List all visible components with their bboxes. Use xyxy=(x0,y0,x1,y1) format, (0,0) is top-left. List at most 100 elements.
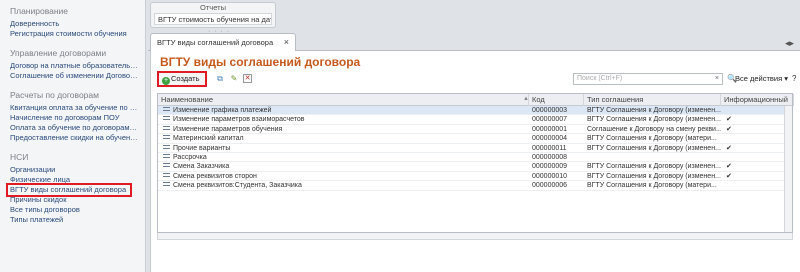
cell-type: ВГТУ Соглашения к Договору (матери... xyxy=(587,135,717,143)
column-header-info[interactable]: Информационный xyxy=(721,94,794,106)
sidebar-item-amendment-agreement[interactable]: Соглашение об изменении Договора xyxy=(10,71,138,81)
column-header-name[interactable]: Наименование xyxy=(158,94,529,106)
create-label: Создать xyxy=(171,74,200,83)
cell-type: ВГТУ Соглашения к Договору (изменен... xyxy=(587,107,721,114)
column-header-code[interactable]: Код xyxy=(529,94,584,106)
cell-name-text: Прочие варианты xyxy=(173,144,231,152)
cell-name-text: Материнский капитал xyxy=(173,135,244,143)
sidebar-section-title: Планирование xyxy=(10,6,69,16)
cell-code: 000000006 xyxy=(532,182,568,190)
cell-name-text: Изменение параметров обучения xyxy=(173,125,283,133)
reports-panel: Отчеты ВГТУ стоимость обучения на дату xyxy=(150,2,276,28)
close-icon[interactable]: × xyxy=(284,37,289,47)
cell-name: Смена Заказчика xyxy=(158,162,529,171)
tab-bar: ВГТУ виды соглашений договора × ◂▸ xyxy=(148,33,800,52)
tab-scroll-icon[interactable]: ◂▸ xyxy=(785,38,794,49)
sidebar-item-agreement-types[interactable]: ВГТУ виды соглашений договора xyxy=(6,183,132,197)
cell-code: 000000003 xyxy=(532,107,568,114)
cell-type xyxy=(584,153,721,162)
catalog-item-icon xyxy=(163,172,170,177)
table-row[interactable]: Материнский капитал 000000004 ВГТУ Соглаше… xyxy=(158,134,792,144)
cell-name: Рассрочка xyxy=(158,153,529,162)
table-row[interactable]: Изменение параметров обучения 000000001 Со… xyxy=(158,125,792,135)
sidebar-section-title: Расчеты по договорам xyxy=(10,90,99,100)
sidebar-item-discount-reasons[interactable]: Причины скидок xyxy=(10,195,138,205)
cell-name: Смена реквизитов:Студента, Заказчика xyxy=(158,181,529,190)
cell-type: ВГТУ Соглашения к Договору (изменен... xyxy=(587,116,721,124)
cell-name: Изменение параметров взаиморасчетов xyxy=(158,115,529,124)
delete-mark-icon[interactable]: ✕ xyxy=(243,74,252,83)
table-body: Изменение графика платежей 000000003 ВГТУ … xyxy=(158,106,792,191)
cell-name: Материнский капитал xyxy=(158,134,529,143)
cell-code: 000000010 xyxy=(532,172,568,180)
cell-name: Прочие варианты xyxy=(158,144,529,153)
cell-code: 000000011 xyxy=(532,144,567,152)
horizontal-scrollbar[interactable] xyxy=(157,233,793,240)
cell-code: 000000004 xyxy=(532,135,568,143)
catalog-item-icon xyxy=(163,116,170,121)
plus-icon: + xyxy=(162,77,170,85)
sidebar-item-organizations[interactable]: Организации xyxy=(10,165,138,175)
cell-code: 000000008 xyxy=(532,153,568,161)
cell-type: ВГТУ Соглашения к Договору (матери... xyxy=(587,182,717,190)
sidebar-item-payments[interactable]: Оплата за обучение по договорам ПОУ xyxy=(10,123,138,133)
cell-name-text: Смена Заказчика xyxy=(173,163,230,171)
table-row[interactable]: Изменение параметров взаиморасчетов 00000… xyxy=(158,115,792,125)
tab-agreement-types[interactable]: ВГТУ виды соглашений договора × xyxy=(150,33,296,52)
table-row[interactable]: Смена реквизитов:Студента, Заказчика 0000… xyxy=(158,181,792,191)
tab-label: ВГТУ виды соглашений договора xyxy=(157,38,274,47)
cell-type: ВГТУ Соглашения к Договору (изменен... xyxy=(587,172,721,180)
vertical-scrollbar[interactable] xyxy=(784,106,792,232)
cell-type: ВГТУ Соглашения к Договору (изменен... xyxy=(587,163,721,171)
sidebar-section-contracts: Управление договорами Договор на платные… xyxy=(10,48,145,81)
table-row[interactable]: Смена Заказчика 000000009 ВГТУ Соглашения … xyxy=(158,162,792,172)
sidebar-item-paid-services-contract[interactable]: Договор на платные образовательные услуг… xyxy=(10,61,138,71)
sidebar-item-power-of-attorney[interactable]: Доверенность xyxy=(10,19,138,29)
edit-pencil-icon[interactable]: ✎ xyxy=(229,74,239,84)
create-button[interactable]: + Создать xyxy=(157,71,207,87)
sidebar-item-discounts[interactable]: Предоставление скидки на обучение xyxy=(10,133,138,143)
clear-search-icon[interactable]: × xyxy=(715,74,719,84)
sidebar-item-contract-types[interactable]: Все типы договоров xyxy=(10,205,138,215)
sidebar-section-settlements: Расчеты по договорам Квитанция оплата за… xyxy=(10,90,145,143)
sidebar-item-payment-types[interactable]: Типы платежей xyxy=(10,215,138,225)
catalog-item-icon xyxy=(163,125,170,130)
catalog-item-icon xyxy=(163,163,170,168)
table-row[interactable]: Смена реквизитов сторон 000000010 ВГТУ Сог… xyxy=(158,172,792,182)
cell-name-text: Смена реквизитов сторон xyxy=(173,172,257,180)
sidebar-section-title: НСИ xyxy=(10,152,29,162)
column-header-type[interactable]: Тип соглашения xyxy=(584,94,721,106)
cell-name-text: Смена реквизитов:Студента, Заказчика xyxy=(173,182,302,190)
table-row[interactable]: Рассрочка 000000008 xyxy=(158,153,792,163)
all-actions-button[interactable]: Все действия ▾ xyxy=(735,74,788,83)
sidebar-item-accruals[interactable]: Начисление по договорам ПОУ xyxy=(10,113,138,123)
reports-title: Отчеты xyxy=(200,3,226,12)
cell-code: 000000001 xyxy=(532,125,568,133)
data-table: Наименование ▲ Код Тип соглашения Информ… xyxy=(157,93,794,233)
main-panel: ВГТУ виды соглашений договора + Создать ⧉… xyxy=(150,51,800,272)
catalog-item-icon xyxy=(163,182,170,187)
sidebar-section-planning: Планирование Доверенность Регистрация ст… xyxy=(10,6,145,39)
cell-name: Смена реквизитов сторон xyxy=(158,172,529,181)
table-header: Наименование ▲ Код Тип соглашения Информ… xyxy=(158,94,794,106)
sidebar-section-nsi: НСИ Организации Физические лица ВГТУ вид… xyxy=(6,152,145,225)
sidebar-section-title: Управление договорами xyxy=(10,48,107,58)
sidebar: Планирование Доверенность Регистрация ст… xyxy=(0,0,146,272)
cell-name-text: Изменение параметров взаиморасчетов xyxy=(173,116,305,124)
search-input[interactable]: Поиск (Ctrl+F) × xyxy=(573,73,723,85)
table-row[interactable]: Прочие варианты 000000011 ВГТУ Соглашения … xyxy=(158,144,792,153)
sidebar-item-cost-registration[interactable]: Регистрация стоимости обучения xyxy=(10,29,138,39)
cell-type: Соглашение к Договору на смену рекви... xyxy=(587,125,721,133)
cell-name-text: Рассрочка xyxy=(173,153,207,161)
cell-code: 000000009 xyxy=(532,163,568,171)
copy-icon[interactable]: ⧉ xyxy=(215,74,225,84)
search-placeholder: Поиск (Ctrl+F) xyxy=(577,75,623,82)
toolbar: + Создать ⧉ ✎ ✕ Поиск (Ctrl+F) × 🔍 Все де… xyxy=(157,71,797,87)
cell-name-text: Изменение графика платежей xyxy=(173,107,272,114)
report-item-cost-on-date[interactable]: ВГТУ стоимость обучения на дату xyxy=(154,13,272,25)
help-icon[interactable]: ? xyxy=(792,74,796,83)
sidebar-item-individuals[interactable]: Физические лица xyxy=(10,175,138,185)
cell-type: ВГТУ Соглашения к Договору (изменен... xyxy=(587,144,721,152)
sidebar-item-receipt[interactable]: Квитанция оплата за обучение по договору xyxy=(10,103,138,113)
table-row[interactable]: Изменение графика платежей 000000003 ВГТУ … xyxy=(158,106,792,116)
